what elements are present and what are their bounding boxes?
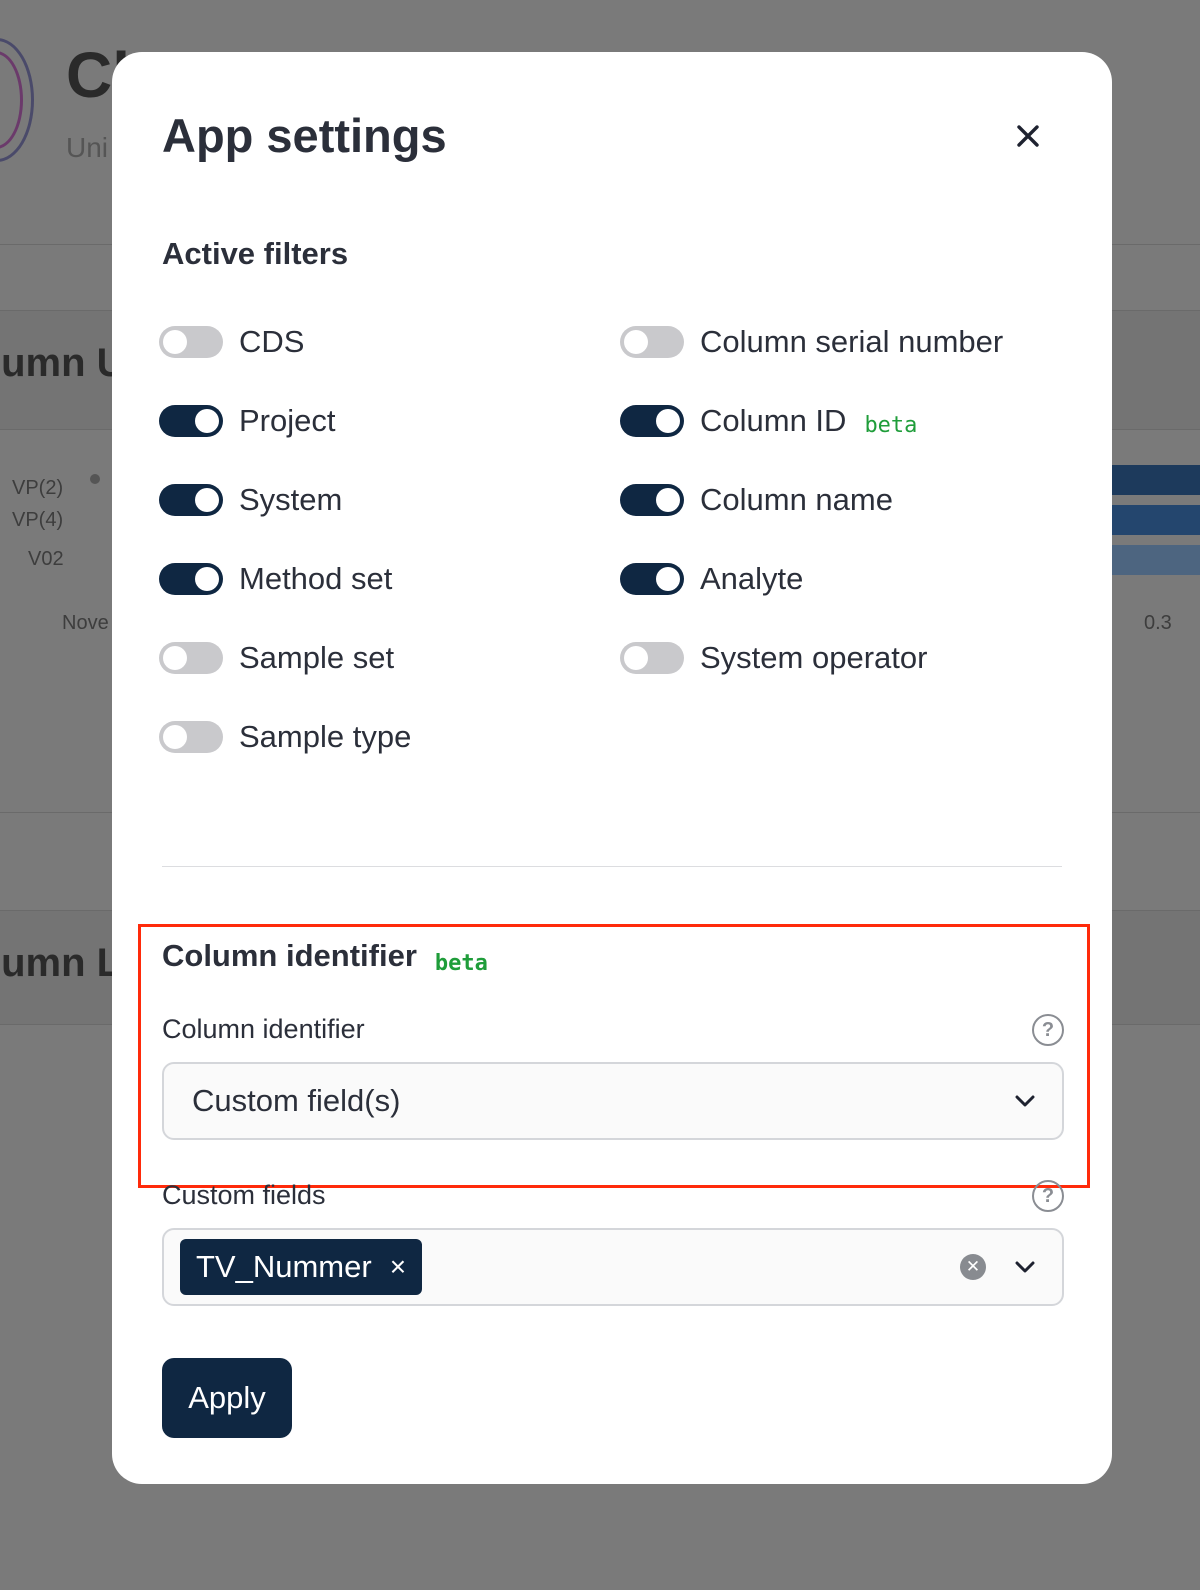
column-identifier-label: Column identifier (162, 1014, 365, 1044)
filter-sample-type: Sample type (159, 717, 411, 757)
help-icon[interactable]: ? (1032, 1014, 1064, 1046)
column-identifier-select[interactable]: Custom field(s) (162, 1062, 1064, 1140)
filter-analyte: Analyte (620, 559, 803, 599)
filter-label: Sample type (239, 719, 412, 754)
filter-label: Analyte (700, 561, 804, 596)
filter-system: System (159, 480, 342, 520)
help-icon[interactable]: ? (1032, 1180, 1064, 1212)
bg-section-title: lumn L (0, 941, 122, 985)
filter-label: System (239, 482, 343, 517)
filter-cds: CDS (159, 322, 304, 362)
close-icon (1017, 125, 1039, 147)
clear-icon[interactable]: ✕ (960, 1254, 986, 1280)
toggle-switch[interactable] (620, 484, 684, 516)
bg-chart-bar (1110, 465, 1200, 495)
toggle-switch[interactable] (620, 642, 684, 674)
filter-sample-set: Sample set (159, 638, 394, 678)
toggle-switch[interactable] (159, 326, 223, 358)
modal-title: App settings (162, 109, 447, 162)
bg-chart-bar (1110, 545, 1200, 575)
filter-label: Method set (239, 561, 393, 596)
chevron-down-icon (1014, 1090, 1036, 1112)
filter-system-operator: System operator (620, 638, 927, 678)
filter-label: System operator (700, 640, 928, 675)
active-filters-heading: Active filters (162, 236, 349, 271)
filter-method-set: Method set (159, 559, 392, 599)
filter-label: Sample set (239, 640, 395, 675)
chip-label: TV_Nummer (196, 1249, 372, 1284)
chevron-down-icon (1014, 1256, 1036, 1278)
toggle-switch[interactable] (159, 642, 223, 674)
toggle-switch[interactable] (620, 563, 684, 595)
chip-remove-icon[interactable]: × (390, 1251, 406, 1283)
bg-axis-label: VP(4) (12, 509, 64, 531)
bg-chart-bar (1110, 505, 1200, 535)
filter-label: Column name (700, 482, 893, 517)
filter-column-name: Column name (620, 480, 893, 520)
bg-chart-point (90, 474, 100, 484)
column-identifier-title: Column identifier (162, 938, 417, 973)
bg-x-tick: 0.3 (1144, 612, 1172, 634)
filter-column-serial-number: Column serial number (620, 322, 1003, 362)
column-identifier-heading: Column identifier beta (162, 938, 488, 976)
filter-column-id: Column ID beta (620, 401, 917, 441)
custom-field-chip: TV_Nummer × (180, 1239, 423, 1295)
toggle-switch[interactable] (159, 484, 223, 516)
custom-fields-select[interactable]: TV_Nummer × ✕ (162, 1228, 1064, 1306)
beta-badge: beta (864, 412, 918, 438)
custom-fields-label: Custom fields (162, 1180, 326, 1210)
section-divider (162, 866, 1062, 867)
filter-label: Project (239, 403, 336, 438)
filter-label: CDS (239, 324, 305, 359)
filter-project: Project (159, 401, 335, 441)
beta-badge: beta (434, 951, 488, 976)
app-logo (0, 38, 34, 162)
select-value: Custom field(s) (192, 1083, 401, 1118)
filter-label: Column ID (700, 403, 847, 438)
bg-axis-label: VP(2) (12, 477, 64, 499)
toggle-switch[interactable] (620, 405, 684, 437)
toggle-switch[interactable] (159, 563, 223, 595)
toggle-switch[interactable] (159, 405, 223, 437)
bg-section-title: lumn U (0, 341, 126, 385)
apply-button[interactable]: Apply (162, 1358, 292, 1438)
bg-x-tick: Nove (62, 612, 109, 634)
app-settings-modal: App settings Active filters CDS Project … (112, 52, 1112, 1484)
toggle-switch[interactable] (159, 721, 223, 753)
toggle-switch[interactable] (620, 326, 684, 358)
close-button[interactable] (1010, 118, 1046, 154)
filter-label: Column serial number (700, 324, 1004, 359)
bg-page-subtitle: Uni (66, 132, 109, 163)
bg-axis-label: V02 (28, 548, 64, 570)
